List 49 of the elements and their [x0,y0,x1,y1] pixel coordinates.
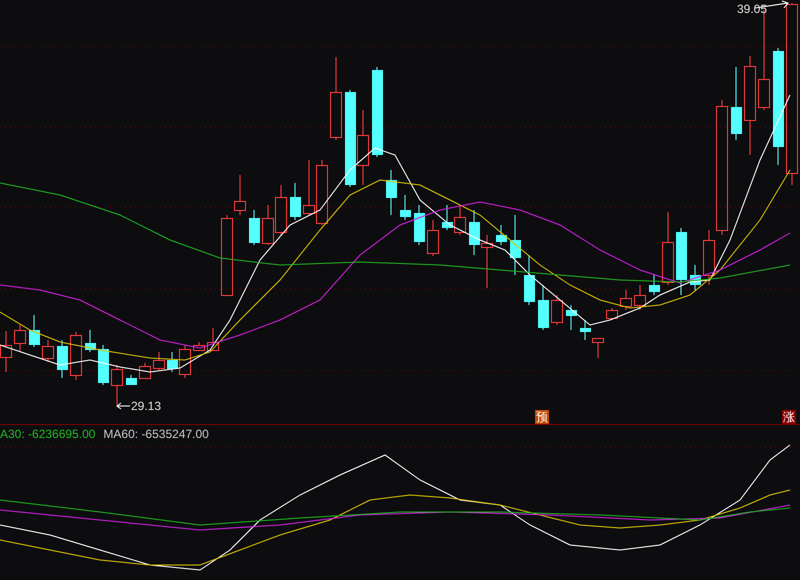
candlestick [538,284,549,330]
candlestick [275,184,287,236]
candlestick [676,228,687,296]
candlestick [303,160,315,216]
indicator-legend: MA60: -6535247.00 [103,426,209,440]
pointer-arrow-icon [116,402,130,410]
candlestick [85,330,96,352]
candlestick [14,324,26,352]
candlestick [427,220,439,256]
candlestick [207,328,219,351]
candlestick [290,182,301,220]
candlestick [481,234,493,288]
candlestick [620,290,632,310]
candlestick [524,254,535,306]
candlestick [98,344,109,386]
candlestick [111,364,123,406]
candlestick [70,332,82,380]
low-price-label: 29.13 [131,399,162,413]
candlestick [262,204,274,246]
candlestick [566,304,577,330]
candlestick [0,330,12,372]
candlestick [400,194,411,220]
candlestick [57,340,68,378]
candlestick [454,204,466,236]
candlestick [316,160,328,226]
candlestick [442,204,453,230]
candlestick [139,362,151,379]
candlestick [580,320,591,340]
high-price-label: 39.05 [737,2,768,16]
candlestick [496,224,507,246]
candlestick [153,352,165,370]
candlestick [510,214,521,276]
candlestick [649,274,660,296]
candlestick [29,314,40,348]
candlestick [690,264,701,290]
candlestick [606,308,618,320]
candlestick [551,294,563,326]
candlestick [414,204,425,246]
signal-marker: 预 [535,410,549,424]
signal-marker: 涨 [782,410,796,424]
candlestick [469,210,480,256]
candlestick [634,284,646,310]
candlestick [42,340,54,362]
candlestick [126,374,137,386]
candlestick [249,210,260,246]
candlestick [193,342,205,351]
candlestick [592,338,604,358]
candlestick [386,170,397,216]
indicator-legend: A30: -6236695.00 [0,426,96,440]
